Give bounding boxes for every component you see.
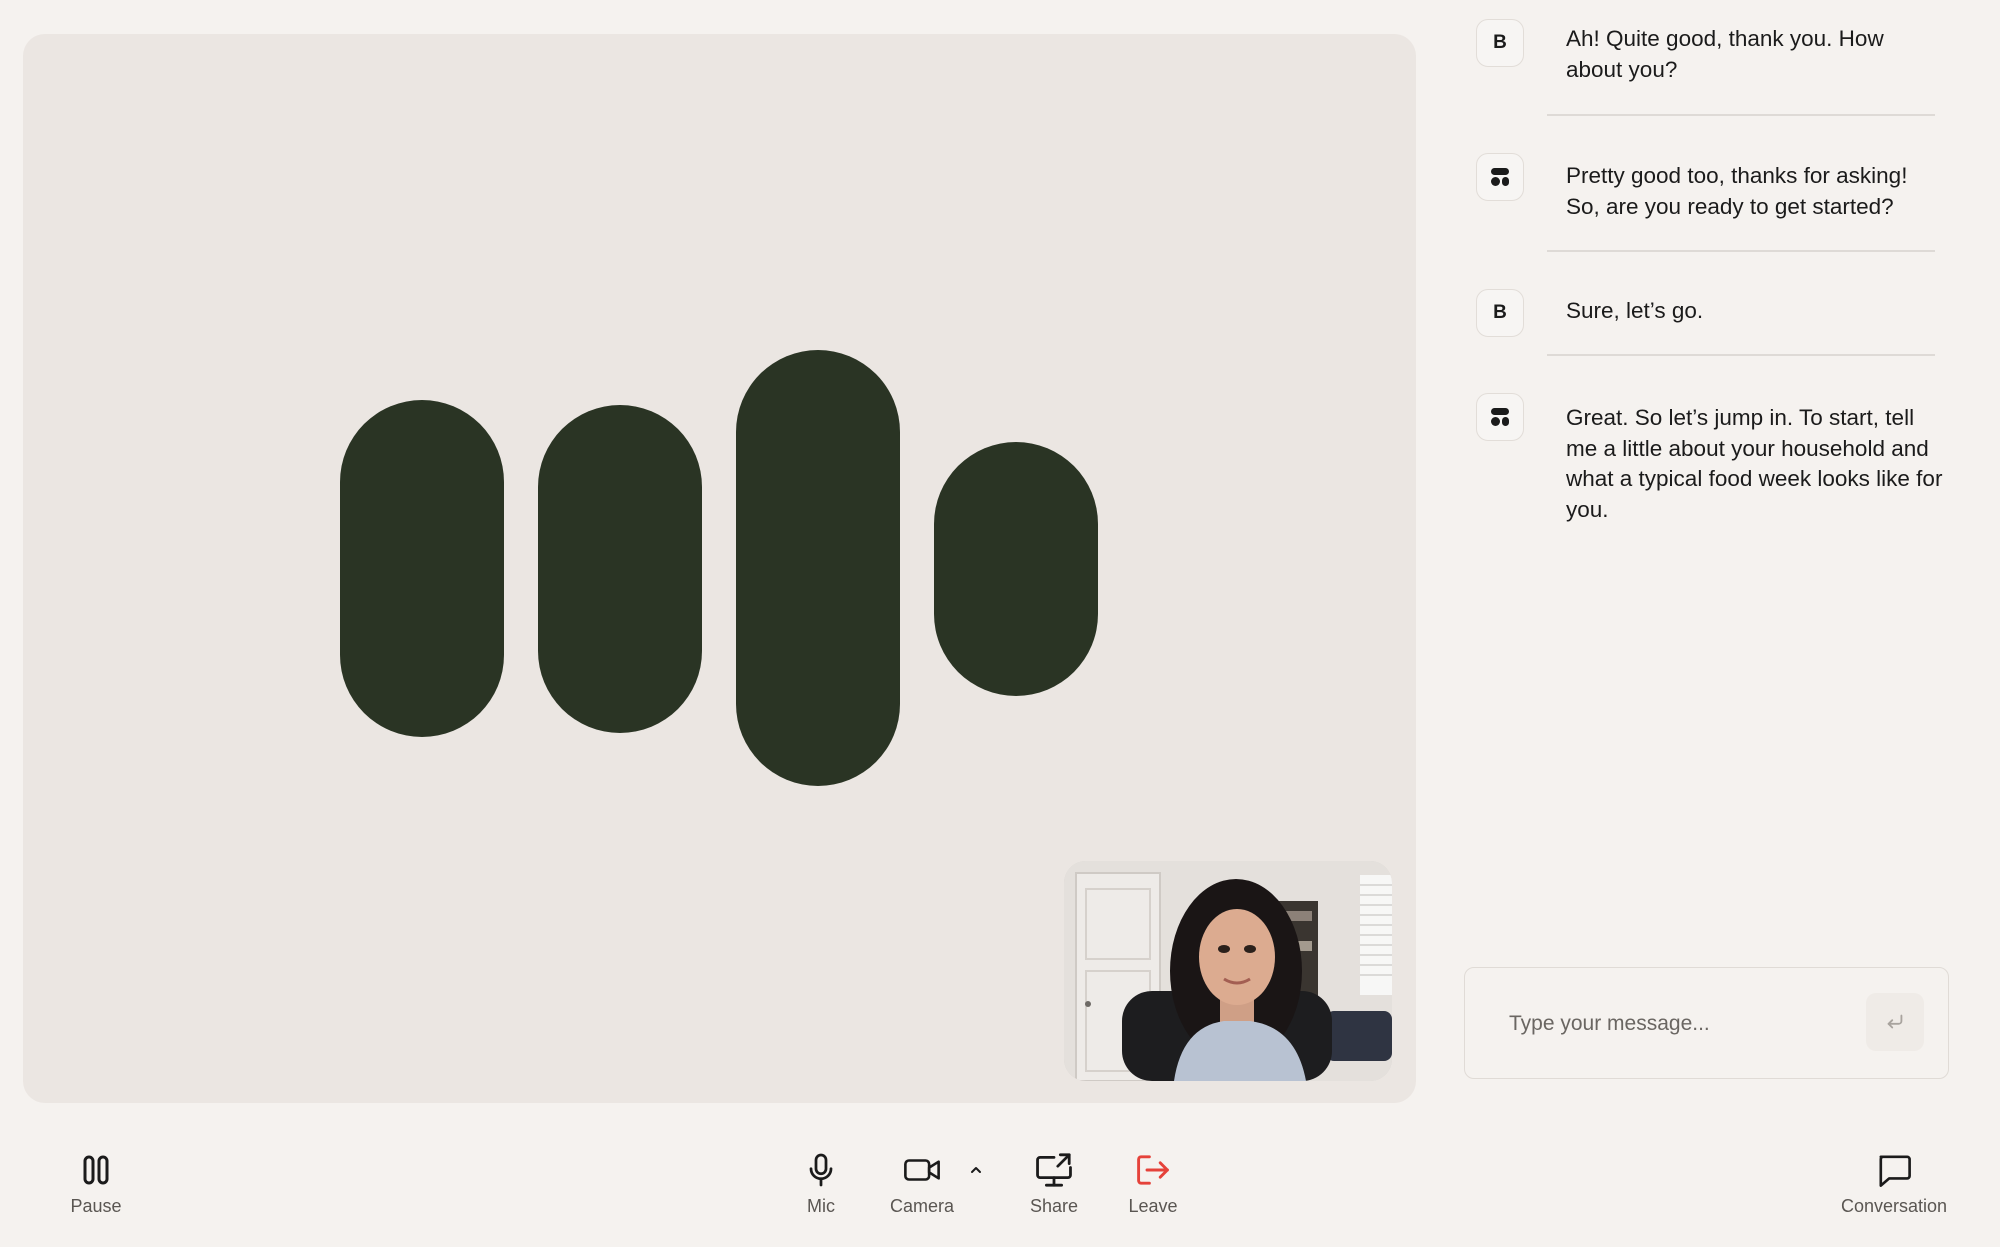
screen-share-icon — [1034, 1150, 1074, 1190]
microphone-icon — [801, 1150, 841, 1190]
message-text: Pretty good too, thanks for asking! So, … — [1566, 163, 1908, 219]
camera-button[interactable]: Camera — [862, 1150, 982, 1217]
brand-logo-icon — [1491, 408, 1509, 426]
pause-icon — [76, 1150, 116, 1190]
message-divider — [1547, 250, 1935, 252]
leave-label: Leave — [1128, 1196, 1178, 1216]
video-camera-icon — [902, 1150, 942, 1190]
camera-label: Camera — [889, 1196, 955, 1216]
message-divider — [1547, 354, 1935, 356]
chat-bubble-icon — [1874, 1150, 1914, 1190]
user-avatar: B — [1476, 289, 1524, 337]
assistant-avatar — [1476, 393, 1524, 441]
visualizer-bar-2 — [538, 405, 702, 733]
visualizer-bar-4 — [934, 442, 1098, 696]
camera-feed-image — [1064, 861, 1392, 1081]
message-text: Sure, let’s go. — [1566, 298, 1704, 323]
conversation-button[interactable]: Conversation — [1834, 1150, 1954, 1217]
conversation-label: Conversation — [1840, 1196, 1948, 1216]
send-button[interactable] — [1866, 993, 1924, 1051]
mic-label: Mic — [807, 1196, 835, 1216]
share-label: Share — [1029, 1196, 1079, 1216]
pause-button[interactable]: Pause — [36, 1150, 156, 1217]
message-text: Ah! Quite good, thank you. How about you… — [1566, 26, 1884, 82]
message-divider — [1547, 114, 1935, 116]
visualizer-bar-3 — [736, 350, 900, 786]
self-camera-view[interactable] — [1064, 861, 1392, 1081]
brand-logo-icon — [1491, 168, 1509, 186]
assistant-avatar — [1476, 153, 1524, 201]
camera-options-button[interactable] — [966, 1160, 986, 1180]
visualizer-bar-1 — [340, 400, 504, 737]
message-input[interactable] — [1507, 1002, 1847, 1046]
conversation-panel: B Ah! Quite good, thank you. How about y… — [1470, 0, 1980, 960]
message-text: Great. So let’s jump in. To start, tell … — [1566, 405, 1943, 522]
message-composer — [1464, 967, 1949, 1079]
enter-arrow-icon — [1887, 1014, 1903, 1029]
leave-button[interactable]: Leave — [1093, 1150, 1213, 1217]
pause-label: Pause — [70, 1196, 122, 1216]
user-avatar: B — [1476, 19, 1524, 67]
leave-icon — [1133, 1150, 1173, 1190]
chevron-up-icon — [971, 1167, 981, 1173]
